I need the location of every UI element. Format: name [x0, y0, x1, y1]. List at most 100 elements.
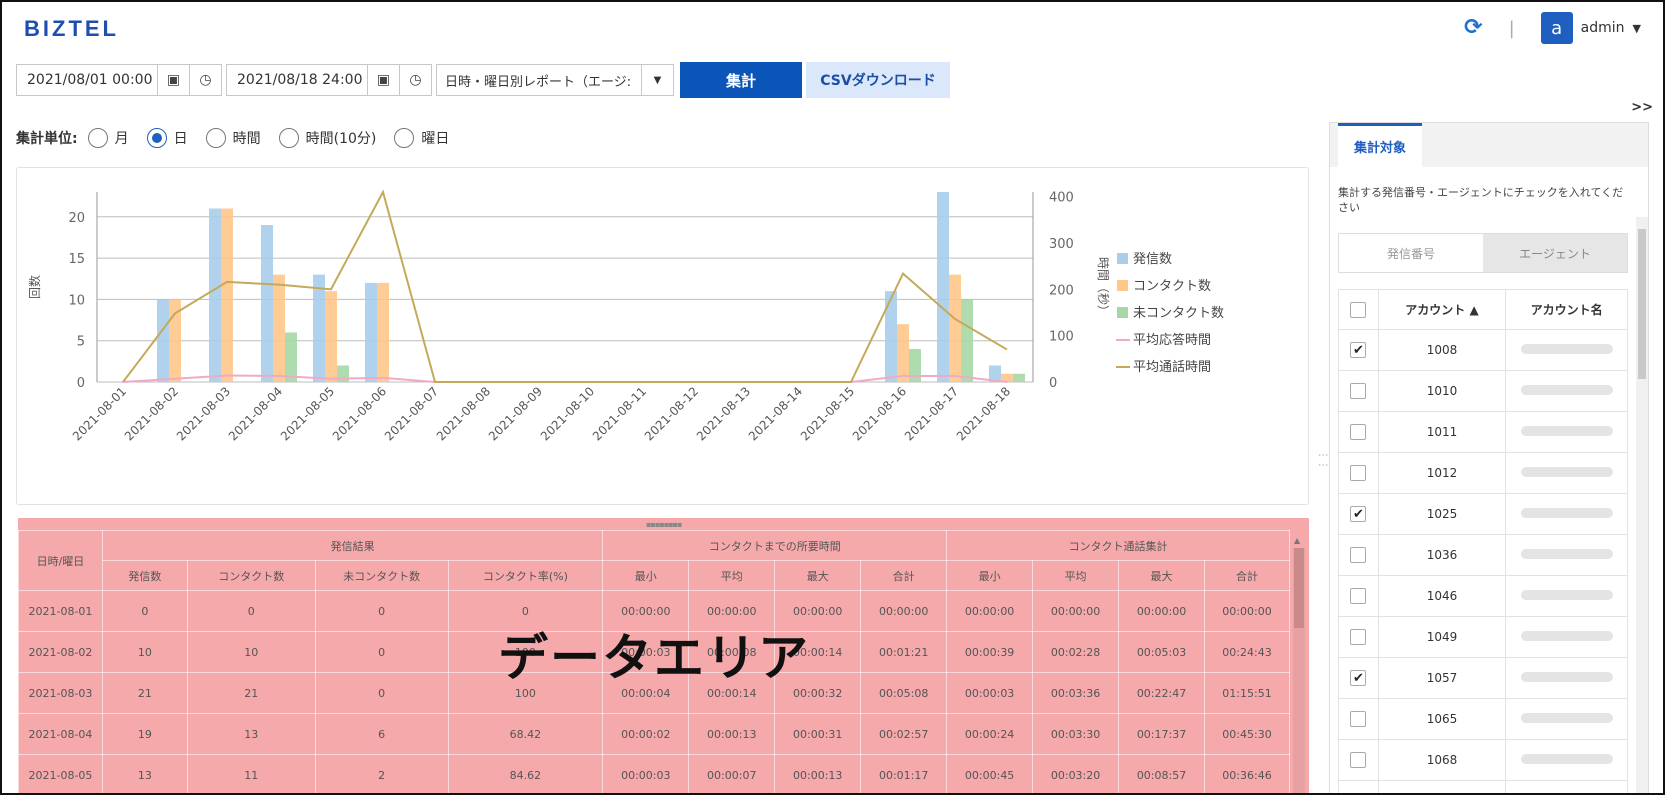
account-row[interactable]: 1065: [1338, 698, 1628, 740]
x-tick-label: 2021-08-05: [278, 384, 337, 443]
table-row: 2021-08-04 19 13 6 68.42 00:00:02 00:00:13 00:0…: [18, 713, 1290, 755]
calendar-icon[interactable]: ▣: [367, 65, 399, 95]
radio-day[interactable]: 日: [146, 128, 188, 148]
aggregate-button[interactable]: 集計: [680, 62, 802, 98]
radio-month[interactable]: 月: [87, 128, 129, 148]
table-cell: 2: [314, 754, 449, 795]
table-cell: 0: [314, 672, 449, 714]
col-header: コンタクト数: [186, 560, 316, 591]
calendar-icon[interactable]: ▣: [157, 65, 189, 95]
panel-resize-handle[interactable]: ⋮⋮: [1317, 450, 1328, 470]
table-cell: 00:00:00: [1204, 590, 1290, 632]
redacted-name-bar: [1520, 344, 1613, 354]
table-cell: 10: [186, 631, 316, 673]
collapse-panel-button[interactable]: >>: [1631, 100, 1653, 115]
x-tick-label: 2021-08-17: [902, 384, 961, 443]
subtab-agent[interactable]: エージェント: [1483, 234, 1627, 272]
radio-10min[interactable]: 時間(10分): [278, 128, 376, 148]
avatar: a: [1540, 12, 1573, 44]
table-cell: 00:22:47: [1118, 672, 1205, 714]
panel-scrollbar[interactable]: [1636, 217, 1648, 794]
x-tick-label: 2021-08-08: [434, 384, 493, 443]
table-cell: 00:00:03: [602, 754, 690, 795]
table-cell: 00:00:13: [688, 713, 776, 755]
account-row[interactable]: 1036: [1338, 534, 1628, 576]
table-cell: 00:05:03: [1118, 631, 1205, 673]
checkbox[interactable]: [1350, 465, 1367, 481]
account-row[interactable]: 1012: [1338, 452, 1628, 494]
account-name-redacted: [1505, 575, 1628, 617]
y2-tick-label: 300: [1049, 237, 1074, 252]
account-row[interactable]: 1010: [1338, 370, 1628, 412]
scroll-up-icon[interactable]: ▲: [1294, 536, 1300, 545]
end-datetime-input[interactable]: 2021/08/18 24:00: [227, 72, 367, 88]
checkbox[interactable]: [1350, 711, 1367, 727]
select-all-checkbox[interactable]: [1350, 301, 1367, 318]
checkbox[interactable]: [1350, 383, 1367, 399]
checkbox-cell: ✔: [1338, 329, 1379, 371]
user-menu[interactable]: a admin ▼: [1540, 12, 1641, 44]
csv-download-button[interactable]: CSVダウンロード: [806, 62, 950, 98]
checkbox-cell: [1338, 411, 1379, 453]
radio-weekday[interactable]: 曜日: [394, 128, 449, 148]
account-name-redacted: [1505, 698, 1628, 740]
radio-label: 時間: [232, 131, 261, 147]
subtab-caller-number[interactable]: 発信番号: [1339, 234, 1483, 272]
start-datetime-input[interactable]: 2021/08/01 00:00: [17, 72, 157, 88]
bar-未コンタクト数: [909, 348, 921, 382]
checkbox-checked[interactable]: ✔: [1350, 342, 1367, 358]
table-cell: 84.62: [447, 754, 604, 795]
resize-grip-icon[interactable]: ▪▪▪▪▪▪▪▪: [646, 520, 682, 529]
account-row[interactable]: 1046: [1338, 575, 1628, 617]
account-row[interactable]: 1011: [1338, 411, 1628, 453]
checkbox[interactable]: [1350, 629, 1367, 645]
row-date: 2021-08-02: [18, 631, 103, 673]
clock-icon[interactable]: ◷: [399, 65, 431, 95]
col-header: 合計: [1204, 560, 1290, 591]
report-type-select[interactable]: 日時・曜日別レポート（エージ: ▼: [436, 64, 674, 96]
table-cell: 00:02:28: [1032, 631, 1120, 673]
radio-label: 曜日: [421, 131, 450, 147]
bar-発信数: [365, 282, 377, 382]
redacted-name-bar: [1520, 754, 1613, 764]
radio-circle: [87, 128, 108, 148]
account-row[interactable]: ✔ 1008: [1338, 329, 1628, 371]
checkbox-checked[interactable]: ✔: [1350, 506, 1367, 522]
account-row[interactable]: 1049: [1338, 616, 1628, 658]
radio-circle-selected: [146, 128, 167, 148]
redacted-name-bar: [1520, 467, 1613, 477]
bar-発信数: [157, 299, 169, 382]
col-header-account[interactable]: アカウント ▲: [1377, 289, 1507, 330]
bar-発信数: [209, 208, 221, 382]
scrollbar-thumb[interactable]: [1638, 229, 1646, 379]
checkbox-checked[interactable]: ✔: [1350, 670, 1367, 686]
table-scrollbar[interactable]: ▲: [1293, 536, 1305, 795]
clock-icon[interactable]: ◷: [189, 65, 221, 95]
account-row[interactable]: 1068: [1338, 739, 1628, 781]
bar-未コンタクト数: [961, 299, 973, 382]
checkbox[interactable]: [1350, 588, 1367, 604]
redacted-name-bar: [1520, 590, 1613, 600]
table-cell: 00:08:57: [1118, 754, 1205, 795]
col-header-account-name[interactable]: アカウント名: [1505, 289, 1628, 330]
line-平均通話時間: [122, 189, 1008, 383]
table-cell: 00:00:04: [602, 672, 690, 714]
data-area: ▪▪▪▪▪▪▪▪ 日時/曜日 発信結果 コンタクトまでの所要時間 コンタクト通話…: [18, 518, 1309, 795]
tab-aggregation-target[interactable]: 集計対象: [1338, 123, 1422, 167]
account-id: 1049: [1377, 616, 1507, 658]
checkbox[interactable]: [1350, 424, 1367, 440]
checkbox-cell: [1338, 370, 1379, 412]
table-cell: 00:17:37: [1118, 713, 1205, 755]
bar-発信数: [937, 192, 949, 382]
redacted-name-bar: [1520, 549, 1613, 559]
account-row[interactable]: ✔ 1057: [1338, 657, 1628, 699]
account-row[interactable]: ✔ 1025: [1338, 493, 1628, 535]
account-row[interactable]: 1072: [1338, 780, 1628, 794]
radio-hour[interactable]: 時間: [205, 128, 261, 148]
scrollbar-thumb[interactable]: [1294, 548, 1304, 628]
bar-コンタクト数: [273, 274, 285, 382]
checkbox[interactable]: [1350, 547, 1367, 563]
checkbox[interactable]: [1350, 752, 1367, 768]
refresh-icon[interactable]: ⟳: [1464, 17, 1482, 39]
radio-circle: [205, 128, 226, 148]
